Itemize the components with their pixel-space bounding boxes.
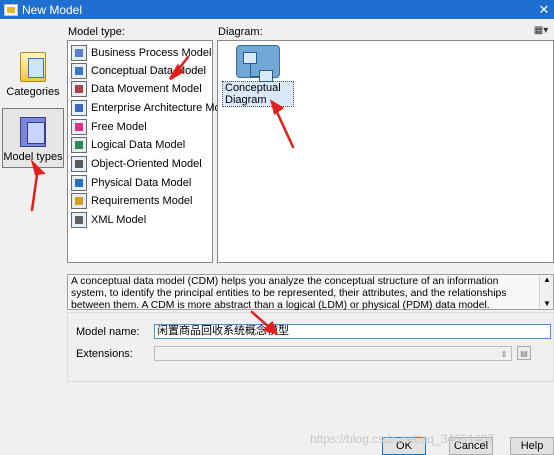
category-label: Model types: [3, 151, 63, 163]
watermark: https://blog.csdn.net/qq_34651407: [310, 432, 495, 446]
model-type-list[interactable]: Business Process Model Conceptual Data M…: [67, 40, 235, 263]
list-item-logical-data-model[interactable]: Logical Data Model: [71, 136, 185, 153]
close-icon[interactable]: ✕: [534, 0, 554, 19]
conceptual-diagram-icon: [236, 45, 280, 82]
list-item-physical-data-model[interactable]: Physical Data Model: [71, 174, 191, 191]
extensions-label: Extensions:: [76, 348, 133, 360]
description-box: A conceptual data model (CDM) helps you …: [67, 274, 554, 311]
diagram-item-conceptual-diagram[interactable]: Conceptual Diagram: [222, 45, 294, 107]
diagram-list[interactable]: Conceptual Diagram: [217, 40, 554, 263]
help-button[interactable]: Help: [510, 437, 554, 455]
physical-data-model-icon: [71, 174, 87, 191]
list-item-free-model[interactable]: Free Model: [71, 118, 147, 135]
conceptual-data-model-icon: [71, 62, 87, 79]
requirements-model-icon: [71, 192, 87, 209]
category-item-categories[interactable]: Categories: [2, 42, 64, 102]
model-name-label: Model name:: [76, 326, 140, 338]
title-bar: New Model ✕: [0, 0, 554, 19]
model-type-heading: Model type:: [68, 26, 125, 38]
description-text: A conceptual data model (CDM) helps you …: [71, 276, 507, 311]
business-process-model-icon: [71, 44, 87, 61]
category-item-model-types[interactable]: Model types: [2, 108, 64, 168]
diagram-heading: Diagram:: [218, 26, 263, 38]
category-label: Categories: [6, 86, 60, 98]
list-item-data-movement-model[interactable]: Data Movement Model: [71, 80, 202, 97]
fields-panel: Model name: 闲置商品回收系统概念模型 Extensions: ⇕ ▤: [67, 312, 554, 382]
description-scrollbar[interactable]: ▲ ▼: [539, 275, 553, 309]
dialog-body: Categories Model types Model type: Diagr…: [0, 19, 554, 455]
xml-model-icon: [71, 211, 87, 228]
view-mode-icon[interactable]: ▦▾: [528, 23, 554, 37]
model-name-input[interactable]: 闲置商品回收系统概念模型: [154, 324, 551, 339]
window-title: New Model: [22, 2, 83, 17]
logical-data-model-icon: [71, 136, 87, 153]
app-icon: [4, 3, 18, 16]
extensions-input[interactable]: [154, 346, 512, 361]
extensions-browse-icon[interactable]: ▤: [517, 346, 531, 360]
model-types-icon: [20, 117, 46, 147]
diagram-label: Conceptual Diagram: [222, 81, 294, 107]
enterprise-architecture-model-icon: [71, 99, 87, 116]
categories-icon: [20, 52, 46, 82]
list-item-enterprise-architecture-model[interactable]: Enterprise Architecture Model: [71, 99, 235, 116]
scroll-down-icon[interactable]: ▼: [541, 299, 553, 309]
extensions-spinner-icon[interactable]: ⇕: [497, 347, 511, 361]
list-item-requirements-model[interactable]: Requirements Model: [71, 192, 193, 209]
free-model-icon: [71, 118, 87, 135]
category-pane: Categories Model types: [2, 42, 64, 192]
list-item-xml-model[interactable]: XML Model: [71, 211, 146, 228]
list-item-conceptual-data-model[interactable]: Conceptual Data Model: [71, 62, 206, 79]
object-oriented-model-icon: [71, 155, 87, 172]
list-item-business-process-model[interactable]: Business Process Model: [71, 44, 211, 61]
data-movement-model-icon: [71, 80, 87, 97]
list-item-object-oriented-model[interactable]: Object-Oriented Model: [71, 155, 202, 172]
scroll-up-icon[interactable]: ▲: [541, 275, 553, 285]
